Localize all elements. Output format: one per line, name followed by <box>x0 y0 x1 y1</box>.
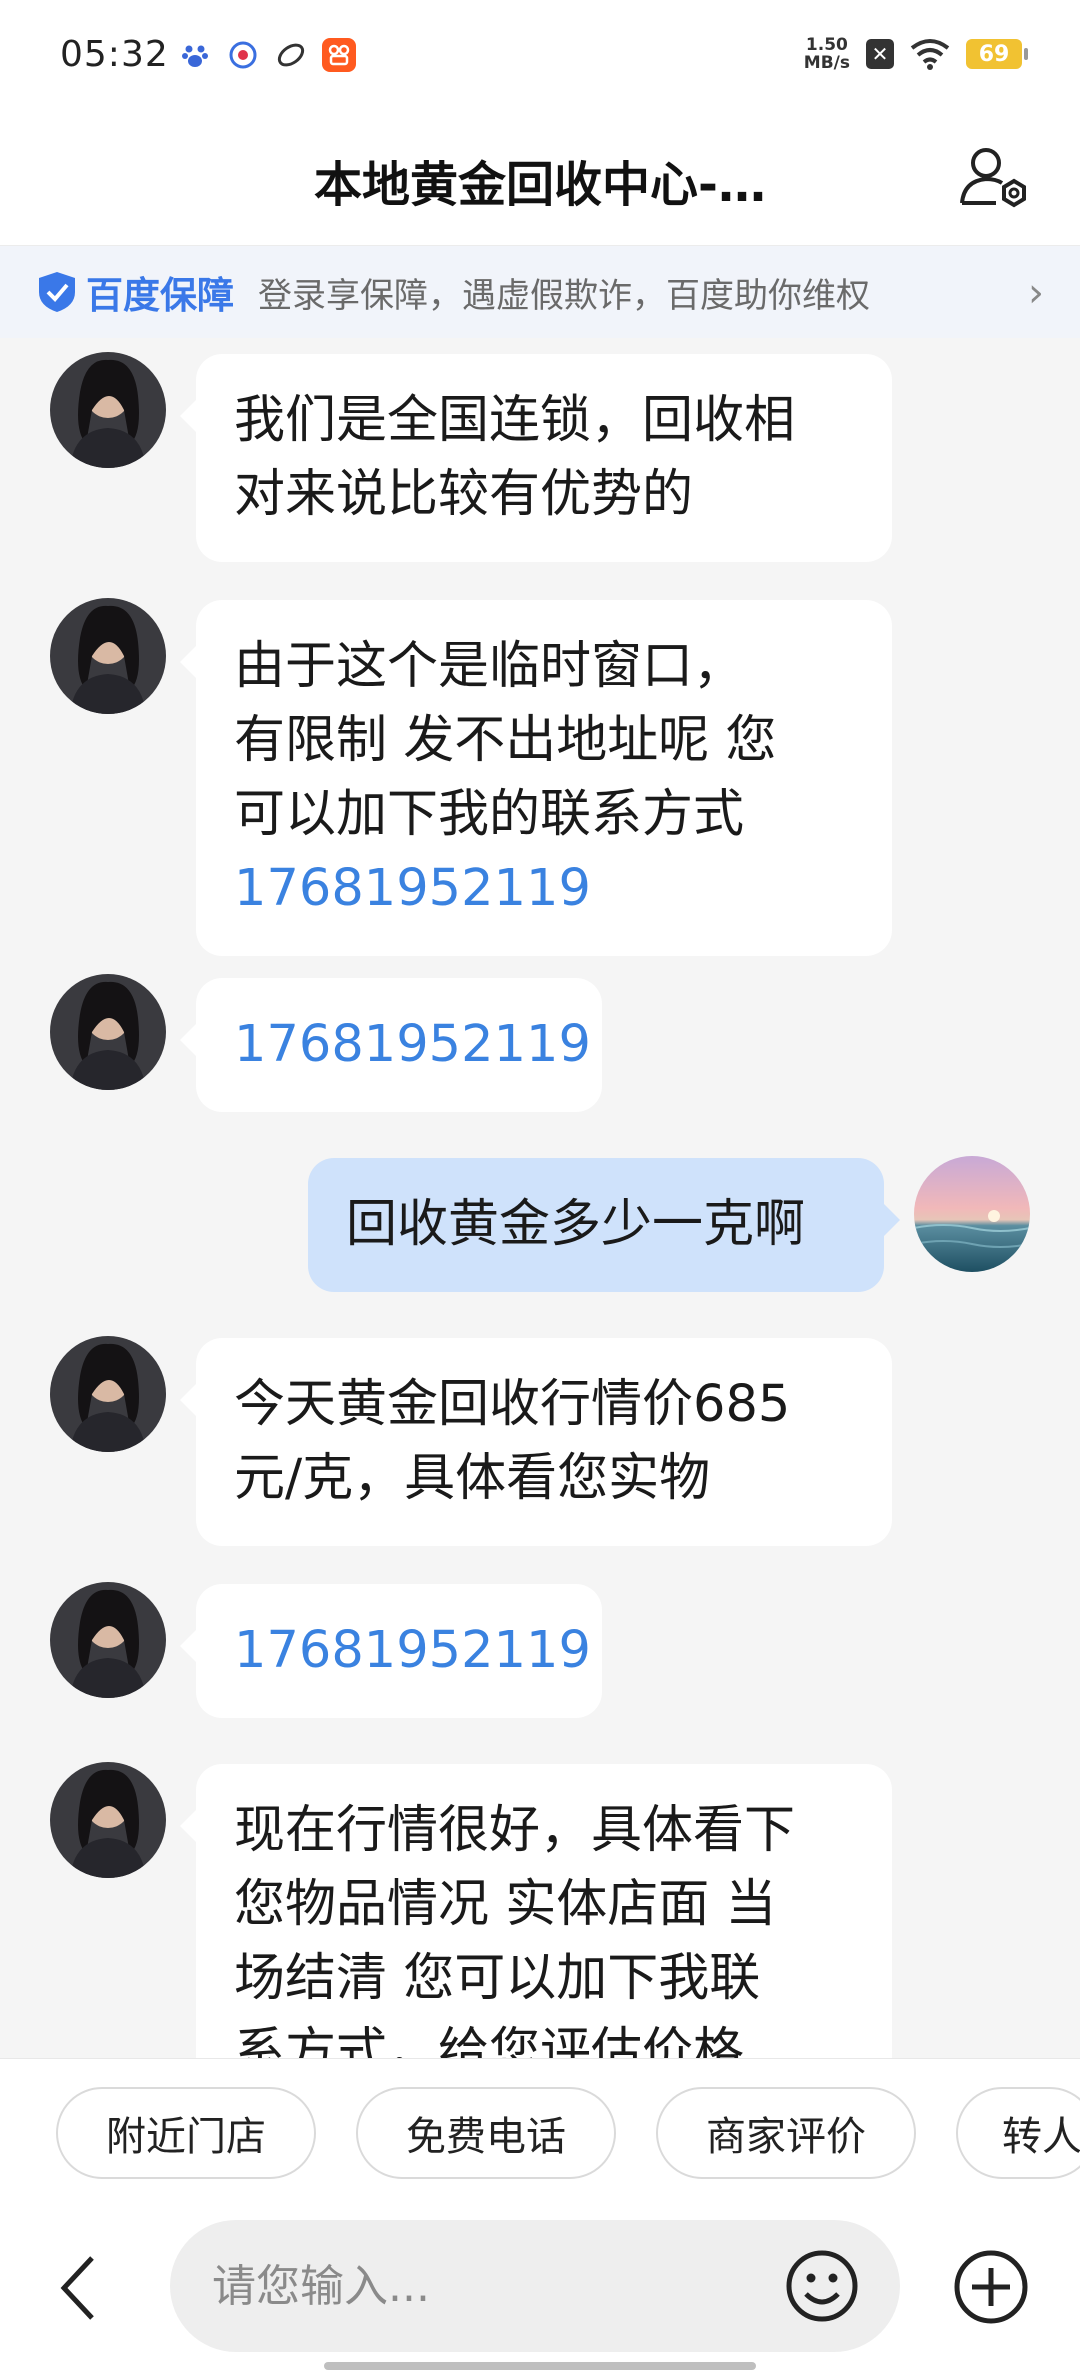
message-text: 系方式，给您评估价格 <box>234 2023 745 2058</box>
page-title: 本地黄金回收中心-… <box>314 157 766 213</box>
message-bubble[interactable]: 我们是全国连锁，回收相 对来说比较有优势的 <box>180 354 892 562</box>
message-bubble[interactable]: 现在行情很好，具体看下 您物品情况 实体店面 当 场结清 您可以加下我联 系方式… <box>180 1764 892 2058</box>
emoji-icon[interactable] <box>784 2248 860 2324</box>
agent-avatar[interactable] <box>50 1582 166 1698</box>
nearby-stores-button[interactable]: 附近门店 <box>56 2087 316 2179</box>
message-text: 有限制 发不出地址呢 您 <box>234 711 777 770</box>
agent-avatar[interactable] <box>50 598 166 714</box>
network-speed: 1.50 MB/s <box>804 36 850 72</box>
phone-link[interactable]: 17681952119 <box>234 1008 591 1082</box>
speed-unit: MB/s <box>803 53 850 73</box>
status-right: 1.50 MB/s ✕ 69 <box>804 36 1028 72</box>
notification-icons <box>178 38 356 72</box>
free-call-button[interactable]: 免费电话 <box>356 2087 616 2179</box>
quick-actions-bar: 附近门店 免费电话 商家评价 转人 <box>0 2058 1080 2209</box>
speed-value: 1.50 <box>805 35 848 55</box>
message-text: 我们是全国连锁，回收相 <box>234 391 796 450</box>
agent-avatar[interactable] <box>50 974 166 1090</box>
wifi-icon <box>910 39 950 70</box>
add-icon[interactable] <box>952 2248 1030 2326</box>
leaf-app-icon <box>274 38 308 72</box>
status-bar: 05:32 1.50 MB/s ✕ 69 <box>0 0 1080 115</box>
dot-app-icon <box>226 38 260 72</box>
merchant-reviews-button[interactable]: 商家评价 <box>656 2087 916 2179</box>
message-bubble[interactable]: 17681952119 <box>180 1584 602 1718</box>
message-list[interactable]: 我们是全国连锁，回收相 对来说比较有优势的 由于这个是临时窗口， 有限制 发不出… <box>0 338 1080 2058</box>
battery-indicator: 69 <box>966 39 1028 69</box>
agent-avatar[interactable] <box>50 1336 166 1452</box>
kuaishou-icon <box>322 38 356 72</box>
guarantee-brand: 百度保障 <box>86 274 234 317</box>
my-avatar[interactable] <box>914 1156 1030 1272</box>
message-text: 回收黄金多少一克啊 <box>346 1195 806 1254</box>
chat-header: 本地黄金回收中心-… <box>0 115 1080 246</box>
message-text: 元/克，具体看您实物 <box>234 1449 711 1508</box>
user-settings-icon[interactable] <box>954 137 1032 215</box>
message-bubble[interactable]: 由于这个是临时窗口， 有限制 发不出地址呢 您 可以加下我的联系方式 17681… <box>180 600 892 956</box>
phone-link[interactable]: 17681952119 <box>234 852 854 926</box>
shield-check-icon <box>39 272 75 312</box>
message-text: 您物品情况 实体店面 当 <box>234 1875 777 1934</box>
message-text: 现在行情很好，具体看下 <box>234 1801 796 1860</box>
my-message-bubble[interactable]: 回收黄金多少一克啊 <box>308 1158 900 1292</box>
input-bar <box>0 2208 1080 2376</box>
message-text: 场结清 您可以加下我联 <box>234 1949 761 2008</box>
message-text: 可以加下我的联系方式 <box>234 785 745 844</box>
agent-avatar[interactable] <box>50 352 166 468</box>
message-bubble[interactable]: 今天黄金回收行情价685 元/克，具体看您实物 <box>180 1338 892 1546</box>
message-text: 对来说比较有优势的 <box>234 465 694 524</box>
no-sim-icon: ✕ <box>866 39 894 69</box>
guarantee-text: 登录享保障，遇虚假欺诈，百度助你维权 <box>258 275 870 316</box>
home-indicator[interactable] <box>324 2362 756 2370</box>
chevron-right-icon: › <box>1028 270 1044 316</box>
agent-avatar[interactable] <box>50 1762 166 1878</box>
message-text: 今天黄金回收行情价685 <box>234 1375 791 1434</box>
back-arrow-icon[interactable] <box>48 2248 108 2328</box>
status-time: 05:32 <box>60 34 169 75</box>
message-bubble[interactable]: 17681952119 <box>180 978 602 1112</box>
phone-link[interactable]: 17681952119 <box>234 1614 591 1688</box>
baidu-paw-icon <box>178 38 212 72</box>
baidu-guarantee-bar[interactable]: 百度保障 登录享保障，遇虚假欺诈，百度助你维权 › <box>0 246 1080 338</box>
message-text: 由于这个是临时窗口， <box>234 637 745 696</box>
transfer-human-button[interactable]: 转人 <box>956 2087 1080 2179</box>
